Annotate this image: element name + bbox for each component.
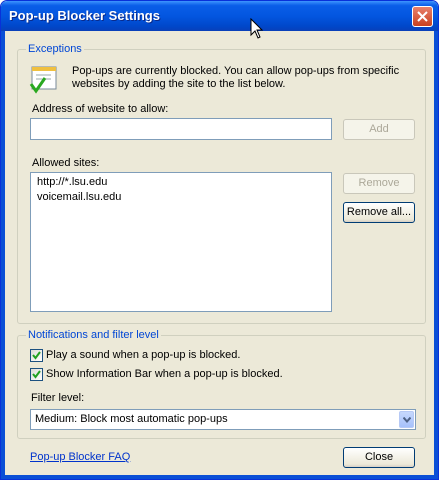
dropdown-arrow-button[interactable] bbox=[399, 411, 414, 428]
title-bar[interactable]: Pop-up Blocker Settings bbox=[1, 1, 438, 31]
close-button[interactable]: Close bbox=[343, 447, 415, 468]
address-input[interactable] bbox=[30, 118, 332, 140]
exceptions-legend: Exceptions bbox=[26, 43, 84, 55]
notifications-legend: Notifications and filter level bbox=[26, 329, 161, 341]
close-icon bbox=[417, 11, 428, 22]
allowed-sites-label: Allowed sites: bbox=[32, 157, 100, 169]
list-item[interactable]: voicemail.lsu.edu bbox=[37, 190, 325, 205]
chevron-down-icon bbox=[403, 417, 411, 423]
allowed-sites-list[interactable]: http://*.lsu.edu voicemail.lsu.edu bbox=[30, 172, 332, 312]
mouse-cursor-icon bbox=[250, 18, 264, 39]
play-sound-checkbox[interactable] bbox=[30, 349, 43, 362]
filter-level-value: Medium: Block most automatic pop-ups bbox=[35, 413, 228, 425]
address-label: Address of website to allow: bbox=[32, 103, 169, 115]
filter-level-select[interactable]: Medium: Block most automatic pop-ups bbox=[30, 409, 416, 430]
play-sound-label[interactable]: Play a sound when a pop-up is blocked. bbox=[46, 349, 240, 361]
checkmark-icon bbox=[32, 370, 41, 379]
information-bar-label[interactable]: Show Information Bar when a pop-up is bl… bbox=[46, 368, 283, 380]
filter-level-label: Filter level: bbox=[31, 392, 85, 404]
popup-blocker-info-icon bbox=[29, 66, 57, 94]
checkmark-icon bbox=[32, 351, 41, 360]
exceptions-description-line2: websites by adding the site to the list … bbox=[72, 78, 286, 90]
popup-blocker-faq-link[interactable]: Pop-up Blocker FAQ bbox=[30, 451, 130, 463]
close-window-button[interactable] bbox=[412, 6, 433, 27]
information-bar-checkbox[interactable] bbox=[30, 368, 43, 381]
remove-button[interactable]: Remove bbox=[343, 173, 415, 194]
popup-blocker-settings-window: Pop-up Blocker Settings Exceptions Pop-u… bbox=[0, 0, 439, 480]
window-frame-left bbox=[1, 31, 5, 479]
window-title: Pop-up Blocker Settings bbox=[9, 8, 160, 23]
window-frame-right bbox=[434, 31, 438, 479]
list-item[interactable]: http://*.lsu.edu bbox=[37, 175, 325, 190]
add-button[interactable]: Add bbox=[343, 119, 415, 140]
remove-all-button[interactable]: Remove all... bbox=[343, 202, 415, 223]
exceptions-description-line1: Pop-ups are currently blocked. You can a… bbox=[72, 65, 400, 77]
window-frame-bottom bbox=[1, 475, 438, 479]
